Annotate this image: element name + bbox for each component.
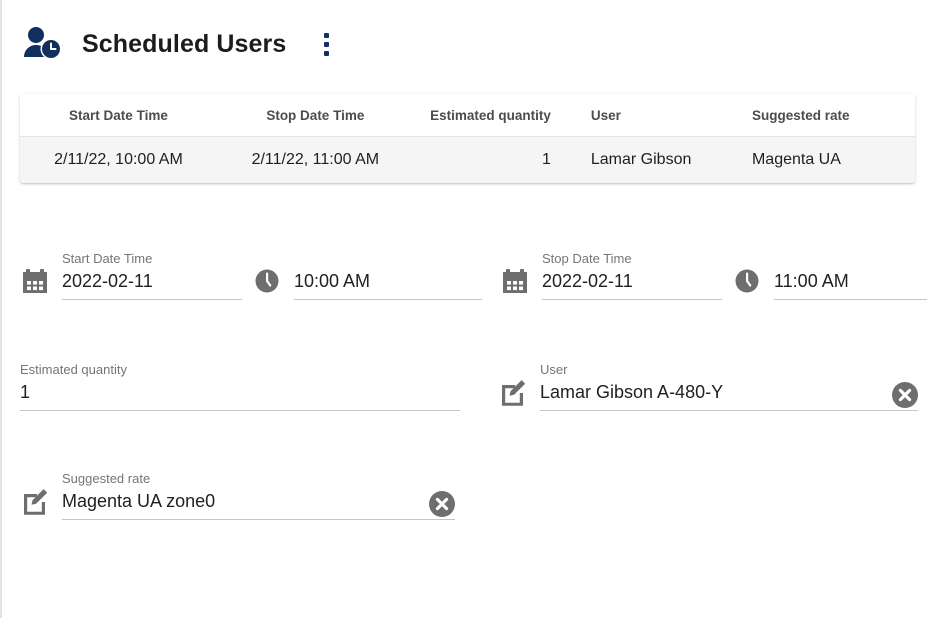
clear-circle-icon[interactable]: [429, 491, 455, 517]
calendar-icon[interactable]: [500, 266, 530, 296]
column-header-start-date-time[interactable]: Start Date Time: [20, 94, 217, 137]
column-header-estimated-quantity[interactable]: Estimated quantity: [413, 94, 575, 137]
column-header-suggested-rate[interactable]: Suggested rate: [735, 94, 915, 137]
more-vertical-icon[interactable]: [316, 30, 336, 58]
user-label: User: [540, 362, 568, 377]
suggested-rate-field[interactable]: Suggested rate Magenta UA zone0: [20, 471, 455, 520]
table-body: 2/11/22, 10:00 AM 2/11/22, 11:00 AM 1 La…: [20, 136, 915, 183]
start-time-label: [294, 251, 482, 267]
quantity-user-row: Estimated quantity 1 User Lamar Gibson A…: [20, 362, 918, 411]
table-header: Start Date Time Stop Date Time Estimated…: [20, 94, 915, 137]
stop-time-input[interactable]: 11:00 AM: [774, 270, 927, 292]
page-title: Scheduled Users: [82, 29, 287, 58]
cell-estimated-quantity: 1: [413, 136, 575, 183]
start-time-field[interactable]: 10:00 AM: [252, 251, 482, 300]
page-header: Scheduled Users: [2, 0, 927, 72]
cell-start-date-time: 2/11/22, 10:00 AM: [20, 136, 217, 183]
clear-circle-icon[interactable]: [892, 382, 918, 408]
schedule-form: Start Date Time 2022-02-11 10:00 AM Stop…: [2, 251, 927, 520]
estimated-quantity-field[interactable]: Estimated quantity 1: [20, 362, 460, 411]
scheduled-user-clock-icon: [20, 22, 64, 66]
estimated-quantity-label: Estimated quantity: [20, 362, 127, 377]
column-header-stop-date-time[interactable]: Stop Date Time: [216, 94, 414, 137]
date-time-row: Start Date Time 2022-02-11 10:00 AM Stop…: [20, 251, 927, 300]
calendar-icon[interactable]: [20, 266, 50, 296]
start-date-input[interactable]: 2022-02-11: [62, 270, 242, 292]
clock-icon[interactable]: [252, 266, 282, 296]
cell-user: Lamar Gibson: [574, 136, 736, 183]
cell-stop-date-time: 2/11/22, 11:00 AM: [216, 136, 414, 183]
stop-date-input[interactable]: 2022-02-11: [542, 270, 722, 292]
stop-time-field[interactable]: 11:00 AM: [732, 251, 927, 300]
user-input[interactable]: Lamar Gibson A-480-Y: [540, 381, 878, 403]
table-header-row: Start Date Time Stop Date Time Estimated…: [20, 94, 915, 137]
suggested-rate-label: Suggested rate: [62, 471, 151, 486]
suggested-rate-input[interactable]: Magenta UA zone0: [62, 490, 415, 512]
edit-square-icon[interactable]: [498, 377, 528, 407]
user-field[interactable]: User Lamar Gibson A-480-Y: [498, 362, 918, 411]
column-header-user[interactable]: User: [574, 94, 736, 137]
clock-icon[interactable]: [732, 266, 762, 296]
table-row[interactable]: 2/11/22, 10:00 AM 2/11/22, 11:00 AM 1 La…: [20, 136, 915, 183]
scheduled-users-table: Start Date Time Stop Date Time Estimated…: [20, 94, 915, 183]
estimated-quantity-input[interactable]: 1: [20, 381, 460, 403]
app-page: Scheduled Users Start Date Time Stop Dat…: [0, 0, 927, 618]
scheduled-users-table-card: Start Date Time Stop Date Time Estimated…: [20, 94, 915, 183]
stop-time-label: [774, 251, 927, 267]
cell-suggested-rate: Magenta UA: [735, 136, 915, 183]
suggested-rate-row: Suggested rate Magenta UA zone0: [20, 471, 915, 520]
start-date-field[interactable]: Start Date Time 2022-02-11: [20, 251, 242, 300]
edit-square-icon[interactable]: [20, 486, 50, 516]
stop-date-field[interactable]: Stop Date Time 2022-02-11: [500, 251, 722, 300]
stop-date-label: Stop Date Time: [542, 251, 632, 266]
start-date-label: Start Date Time: [62, 251, 153, 266]
start-time-input[interactable]: 10:00 AM: [294, 270, 482, 292]
